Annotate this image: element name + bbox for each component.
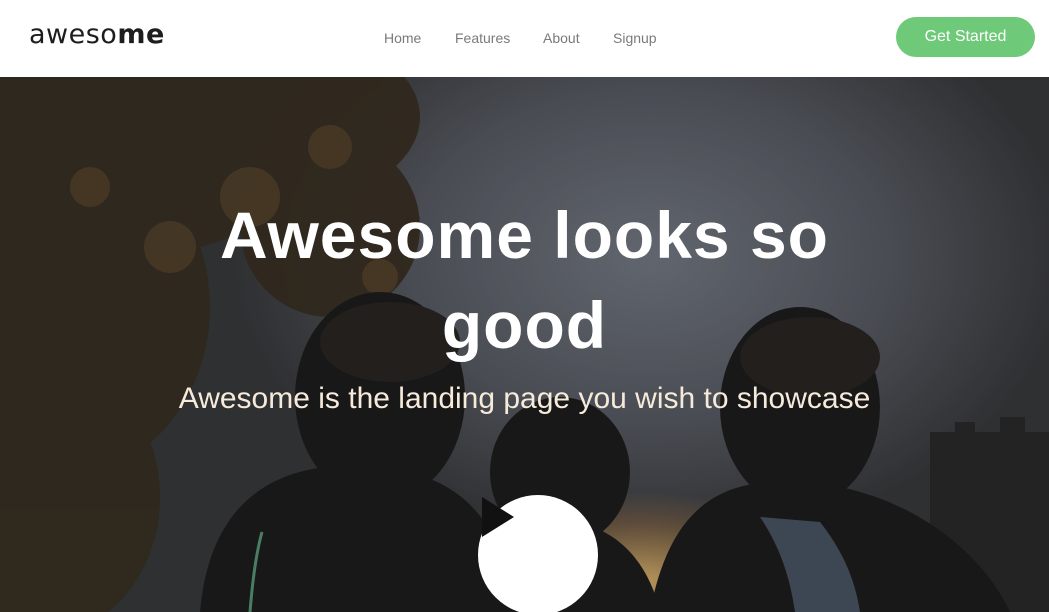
hero-subline: Awesome is the landing page you wish to … — [178, 382, 871, 415]
hero-section: Awesome looks so good Awesome is the lan… — [0, 77, 1049, 612]
site-header: awesome Home Features About Signup Get S… — [0, 0, 1049, 77]
nav-link-home[interactable]: Home — [384, 29, 421, 47]
nav-link-signup[interactable]: Signup — [613, 29, 657, 47]
play-video-button[interactable] — [478, 495, 598, 612]
get-started-button[interactable]: Get Started — [896, 17, 1035, 57]
logo[interactable]: awesome — [29, 18, 165, 52]
logo-text-bold: me — [117, 19, 165, 50]
hero-headline: Awesome looks so good — [219, 198, 829, 362]
logo-text-light: aweso — [29, 19, 118, 50]
nav-link-features[interactable]: Features — [455, 29, 510, 47]
play-icon — [482, 497, 514, 537]
nav-link-about[interactable]: About — [543, 29, 580, 47]
